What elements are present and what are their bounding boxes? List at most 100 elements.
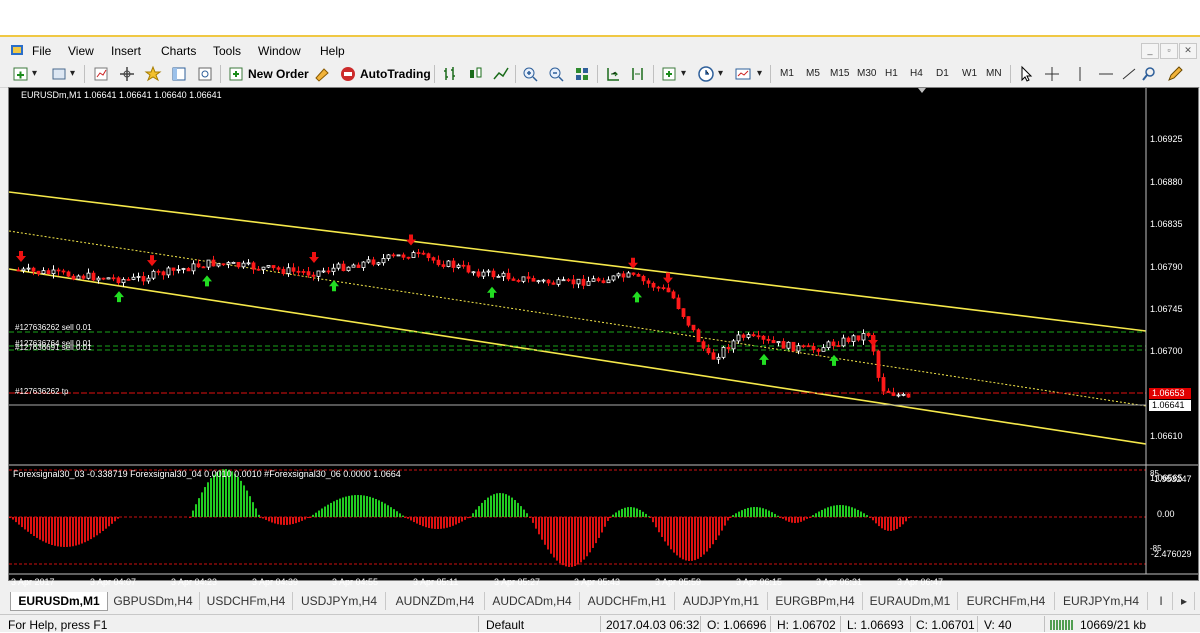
candle-body bbox=[661, 287, 666, 290]
indicator-histogram bbox=[9, 469, 1146, 567]
templates-icon[interactable] bbox=[734, 65, 752, 83]
crosshair-icon[interactable] bbox=[1043, 65, 1061, 83]
menu-view[interactable]: View bbox=[68, 44, 94, 58]
histogram-bar bbox=[207, 482, 209, 517]
price-axis-label: 1.06925 bbox=[1150, 134, 1183, 144]
tab-audchfm-h1[interactable]: AUDCHFm,H1 bbox=[580, 592, 675, 610]
timeframe-m5[interactable]: M5 bbox=[806, 68, 820, 79]
histogram-bar bbox=[252, 502, 254, 517]
terminal-icon[interactable] bbox=[170, 65, 188, 83]
histogram-bar bbox=[96, 517, 98, 536]
dropdown-arrow-icon[interactable]: ▾ bbox=[70, 68, 75, 79]
autotrading-button[interactable]: AutoTrading bbox=[360, 64, 431, 84]
autotrading-icon[interactable] bbox=[339, 65, 357, 83]
restore-button[interactable]: ▫ bbox=[1160, 43, 1178, 59]
timeframe-m1[interactable]: M1 bbox=[780, 68, 794, 79]
vertical-line-icon[interactable] bbox=[1071, 65, 1089, 83]
dropdown-arrow-icon[interactable]: ▾ bbox=[681, 68, 686, 79]
histogram-bar bbox=[390, 507, 392, 517]
chart-window[interactable]: EURUSDm,M1 1.06641 1.06641 1.06640 1.066… bbox=[8, 87, 1199, 587]
timeframe-mn[interactable]: MN bbox=[986, 68, 1002, 79]
candle-body bbox=[236, 261, 241, 268]
cursor-arrow-icon[interactable] bbox=[1017, 65, 1035, 83]
indicator-info: Forexsignal30_03 -0.338719 Forexsignal30… bbox=[13, 469, 401, 479]
tab-usdjpym-h4[interactable]: USDJPYm,H4 bbox=[293, 592, 386, 610]
new-order-icon[interactable] bbox=[227, 65, 245, 83]
favorites-star-icon[interactable] bbox=[144, 65, 162, 83]
histogram-bar bbox=[589, 517, 591, 553]
tile-windows-icon[interactable] bbox=[573, 65, 591, 83]
buy-arrow-icon bbox=[632, 291, 642, 303]
candle-body bbox=[276, 267, 281, 270]
time-axis-label: 3 Apr 05:59 bbox=[655, 577, 702, 587]
timeframe-m30[interactable]: M30 bbox=[857, 68, 876, 79]
strategy-tester-icon[interactable] bbox=[196, 65, 214, 83]
candle-body bbox=[516, 280, 521, 282]
tab-overflow[interactable]: I bbox=[1150, 592, 1173, 610]
tab-euraudm-m1[interactable]: EURAUDm,M1 bbox=[863, 592, 958, 610]
tab-eurusdm-m1[interactable]: EURUSDm,M1 bbox=[10, 592, 108, 611]
histogram-bar bbox=[301, 517, 303, 521]
new-order-button[interactable]: New Order bbox=[248, 64, 309, 84]
indicators-icon[interactable] bbox=[660, 65, 678, 83]
zoom-out-icon[interactable] bbox=[547, 65, 565, 83]
price-chart[interactable] bbox=[9, 88, 1198, 580]
histogram-bar bbox=[195, 504, 197, 517]
horizontal-line-icon[interactable] bbox=[1097, 65, 1115, 83]
auto-scroll-icon[interactable] bbox=[604, 65, 622, 83]
trendline-icon[interactable] bbox=[1120, 65, 1138, 83]
menu-help[interactable]: Help bbox=[320, 44, 345, 58]
tabs-scroll-right-icon[interactable]: ▸ bbox=[1174, 592, 1195, 610]
dropdown-arrow-icon[interactable]: ▾ bbox=[757, 68, 762, 79]
timeframe-h4[interactable]: H4 bbox=[910, 68, 923, 79]
menu-tools[interactable]: Tools bbox=[213, 44, 241, 58]
chart-shift-icon[interactable] bbox=[629, 65, 647, 83]
tab-eurchfm-h4[interactable]: EURCHFm,H4 bbox=[958, 592, 1055, 610]
histogram-bar bbox=[493, 494, 495, 517]
pencil-icon[interactable] bbox=[1166, 65, 1184, 83]
line-chart-icon[interactable] bbox=[492, 65, 510, 83]
minimize-button[interactable]: _ bbox=[1141, 43, 1159, 59]
histogram-bar bbox=[508, 495, 510, 517]
candlestick-icon[interactable] bbox=[466, 65, 484, 83]
timeframe-d1[interactable]: D1 bbox=[936, 68, 949, 79]
tab-audcadm-h4[interactable]: AUDCADm,H4 bbox=[485, 592, 580, 610]
candle-body bbox=[391, 254, 396, 257]
histogram-bar bbox=[499, 493, 501, 517]
timeframe-m15[interactable]: M15 bbox=[830, 68, 849, 79]
metaeditor-icon[interactable] bbox=[313, 65, 331, 83]
zoom-in-icon[interactable] bbox=[521, 65, 539, 83]
menu-insert[interactable]: Insert bbox=[111, 44, 141, 58]
timeframe-h1[interactable]: H1 bbox=[885, 68, 898, 79]
histogram-bar bbox=[809, 517, 811, 518]
menu-file[interactable]: File bbox=[32, 44, 51, 58]
histogram-bar bbox=[246, 490, 248, 517]
periods-clock-icon[interactable] bbox=[697, 65, 715, 83]
profiles-icon[interactable] bbox=[50, 65, 68, 83]
new-chart-icon[interactable] bbox=[12, 65, 30, 83]
tab-audjpym-h1[interactable]: AUDJPYm,H1 bbox=[675, 592, 768, 610]
tab-audnzdm-h4[interactable]: AUDNZDm,H4 bbox=[386, 592, 485, 610]
dropdown-arrow-icon[interactable]: ▾ bbox=[32, 68, 37, 79]
histogram-bar bbox=[729, 517, 731, 518]
tab-usdchfm-h4[interactable]: USDCHFm,H4 bbox=[200, 592, 293, 610]
menu-charts[interactable]: Charts bbox=[161, 44, 196, 58]
dropdown-arrow-icon[interactable]: ▾ bbox=[718, 68, 723, 79]
close-button[interactable]: ✕ bbox=[1179, 43, 1197, 59]
tab-eurgbpm-h4[interactable]: EURGBPm,H4 bbox=[768, 592, 863, 610]
candle-body bbox=[106, 277, 111, 280]
price-axis-label: 1.06700 bbox=[1150, 346, 1183, 356]
histogram-bar bbox=[604, 517, 606, 527]
timeframe-w1[interactable]: W1 bbox=[962, 68, 977, 79]
search-icon[interactable] bbox=[1140, 65, 1158, 83]
candle-body bbox=[636, 274, 641, 277]
market-watch-icon[interactable] bbox=[92, 65, 110, 83]
histogram-bar bbox=[428, 517, 430, 529]
tab-eurjpym-h4[interactable]: EURJPYm,H4 bbox=[1055, 592, 1148, 610]
tab-gbpusdm-h4[interactable]: GBPUSDm,H4 bbox=[107, 592, 200, 610]
bar-chart-icon[interactable] bbox=[441, 65, 459, 83]
menu-window[interactable]: Window bbox=[258, 44, 301, 58]
navigator-crosshair-icon[interactable] bbox=[118, 65, 136, 83]
histogram-bar bbox=[84, 517, 86, 543]
candle-body bbox=[426, 253, 431, 259]
